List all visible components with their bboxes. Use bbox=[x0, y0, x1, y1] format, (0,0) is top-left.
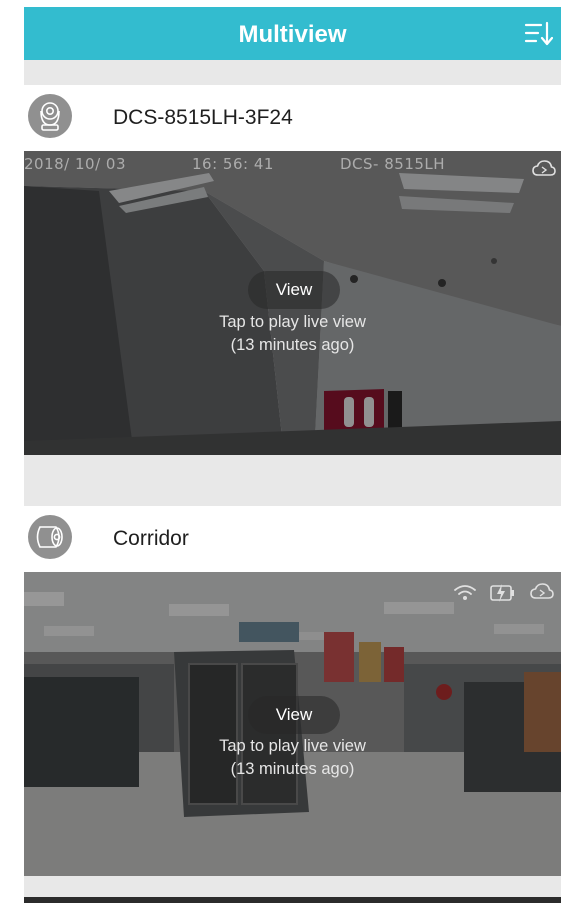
view-button[interactable]: View bbox=[248, 271, 340, 309]
last-updated-label: (13 minutes ago) bbox=[230, 760, 355, 778]
top-bar: Multiview bbox=[24, 7, 561, 60]
camera-card-header[interactable]: Corridor bbox=[24, 506, 561, 572]
wifi-icon bbox=[453, 583, 477, 603]
camera-preview-1[interactable]: 2018/ 10/ 03 16: 56: 41 DCS- 8515LH View… bbox=[24, 151, 561, 455]
tap-to-play-label: Tap to play live view bbox=[219, 313, 366, 331]
list-sort-icon[interactable] bbox=[523, 19, 553, 49]
tap-to-play-label: Tap to play live view bbox=[219, 737, 366, 755]
pan-tilt-camera-icon bbox=[28, 94, 72, 138]
camera-card-header[interactable]: DCS-8515LH-3F24 bbox=[24, 85, 561, 151]
view-button[interactable]: View bbox=[248, 696, 340, 734]
osd-model: DCS- 8515LH bbox=[340, 155, 446, 173]
wide-angle-camera-icon bbox=[28, 515, 72, 559]
camera-preview-2[interactable]: View Tap to play live view (13 minutes a… bbox=[24, 572, 561, 876]
cloud-icon bbox=[532, 159, 556, 179]
cloud-icon bbox=[530, 582, 554, 602]
page-title: Multiview bbox=[238, 21, 347, 48]
camera-name[interactable]: Corridor bbox=[113, 506, 189, 572]
osd-time: 16: 56: 41 bbox=[192, 155, 274, 173]
last-updated-label: (13 minutes ago) bbox=[230, 336, 355, 354]
camera-name[interactable]: DCS-8515LH-3F24 bbox=[113, 85, 293, 151]
osd-date: 2018/ 10/ 03 bbox=[24, 155, 126, 173]
next-camera-preview-edge bbox=[24, 897, 561, 903]
app-frame: Multiview DCS-8515LH-3F24 2018/ 10/ 03 1… bbox=[24, 7, 561, 903]
power-adapter-icon bbox=[489, 580, 515, 604]
